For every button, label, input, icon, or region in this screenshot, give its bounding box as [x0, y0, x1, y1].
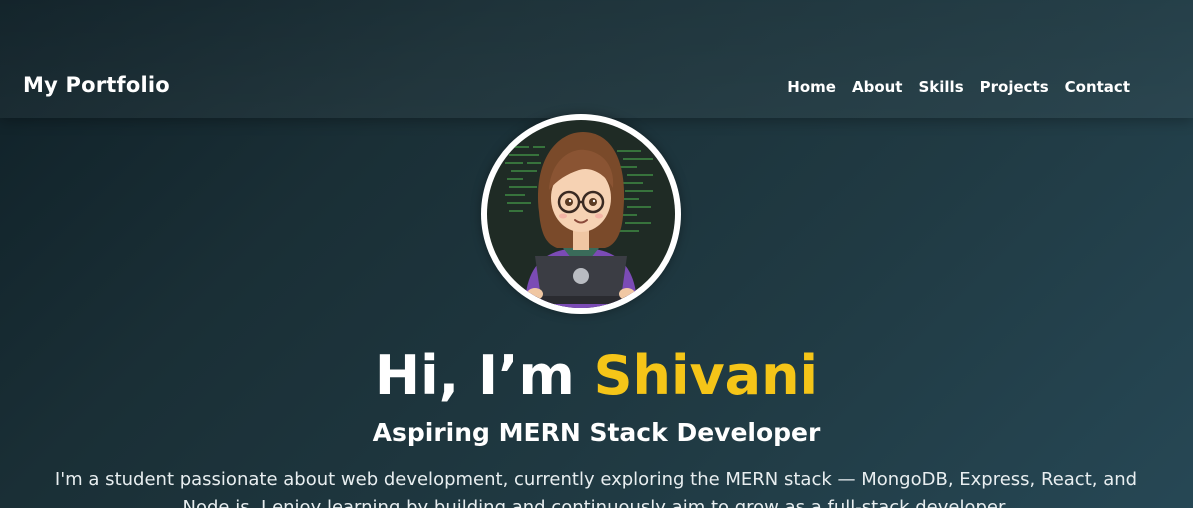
nav-link-about[interactable]: About [852, 78, 903, 96]
nav-link-projects[interactable]: Projects [980, 78, 1049, 96]
hero-title: Hi, I’m Shivani [0, 340, 1193, 412]
nav-link-home[interactable]: Home [787, 78, 836, 96]
nav-links: Home About Skills Projects Contact [787, 78, 1130, 96]
hero-greeting: Hi, I’m [374, 344, 594, 407]
brand-logo[interactable]: My Portfolio [23, 73, 170, 97]
hero-subtitle: Aspiring MERN Stack Developer [372, 418, 821, 447]
hero-name: Shivani [593, 344, 819, 407]
avatar [481, 114, 681, 314]
navbar: My Portfolio Home About Skills Projects … [0, 0, 1193, 118]
hero-description: I'm a student passionate about web devel… [54, 469, 1138, 508]
nav-link-contact[interactable]: Contact [1065, 78, 1130, 96]
developer-avatar-icon [487, 120, 675, 308]
nav-link-skills[interactable]: Skills [918, 78, 963, 96]
